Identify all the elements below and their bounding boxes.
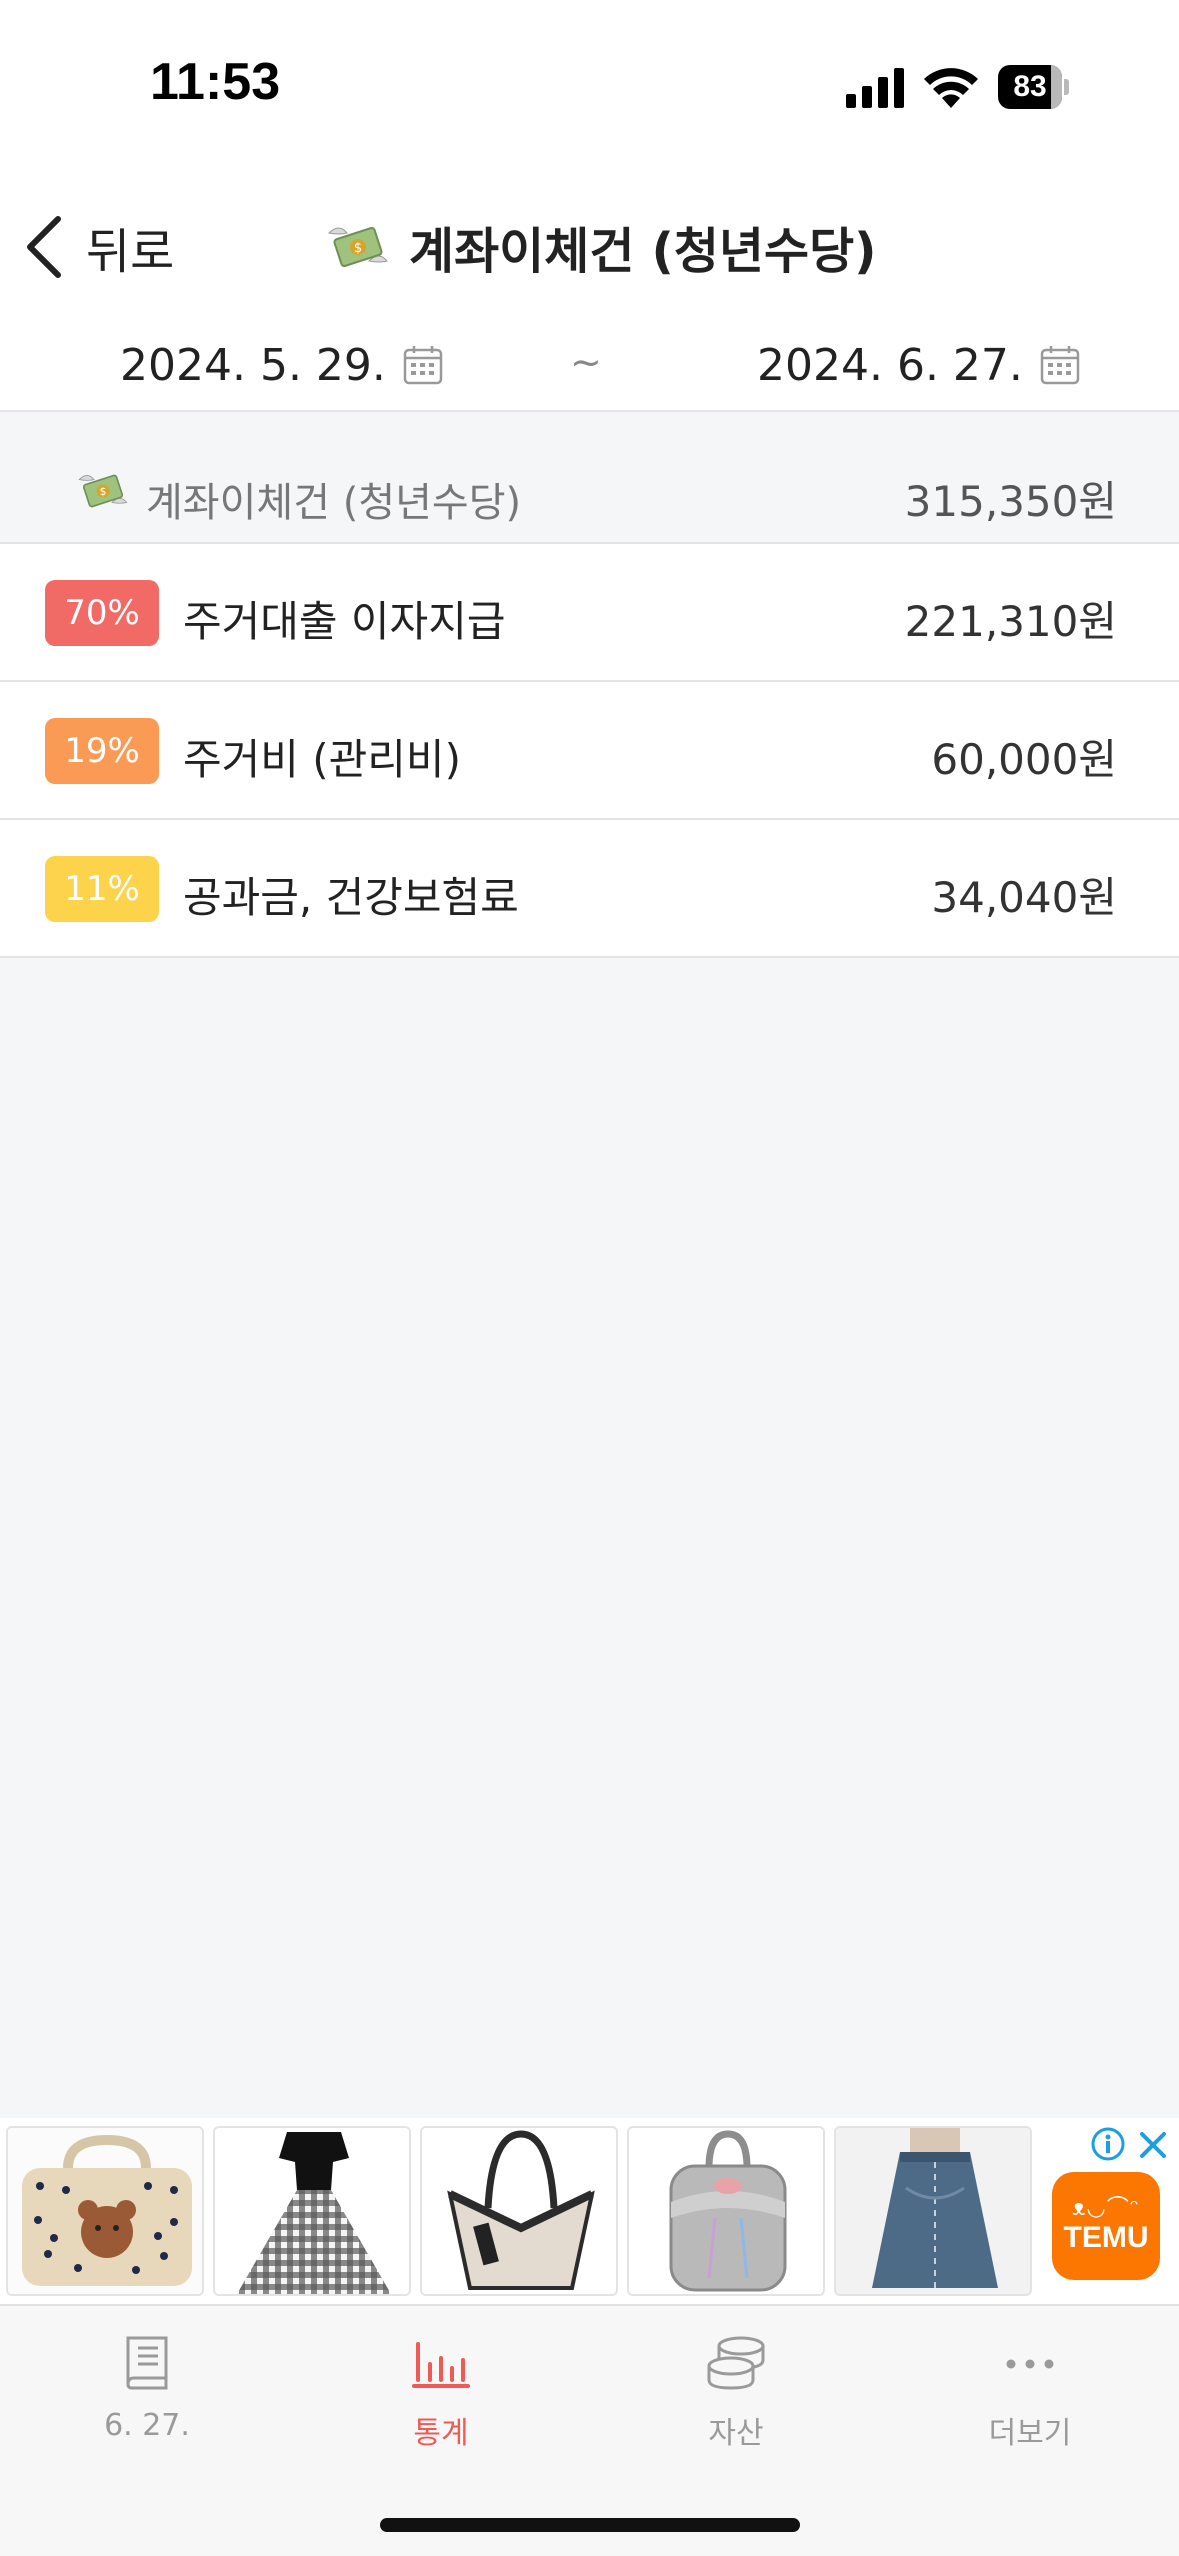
status-bar: 11:53 83 [0,0,1179,170]
temu-brand: TEMU [1063,2221,1149,2254]
list-item[interactable]: 11% 공과금, 건강보험료 34,040원 [0,820,1179,958]
status-time: 11:53 [150,53,281,111]
ad-product-tote-bag[interactable] [420,2126,618,2296]
svg-text:$: $ [100,485,107,498]
tab-statistics[interactable]: 통계 [341,2330,541,2460]
ad-product-laptop-bag[interactable] [6,2126,204,2296]
denim-skirt-image [836,2128,1030,2294]
ad-product-gingham-dress[interactable] [213,2126,411,2296]
list-item[interactable]: 70% 주거대출 이자지급 221,310원 [0,544,1179,682]
tab-assets[interactable]: 자산 [636,2330,836,2460]
calendar-icon [1040,346,1080,385]
tab-more[interactable]: 더보기 [930,2330,1130,2460]
back-label: 뒤로 [86,224,175,280]
item-label: 주거대출 이자지급 [183,597,506,646]
chevron-left-icon [27,216,61,278]
book-icon [126,2336,168,2390]
percent-badge: 19% [45,718,159,784]
laptop-bag-image [8,2128,202,2294]
tab-label: 더보기 [988,2416,1072,2451]
end-date: 2024. 6. 27. [757,339,1023,391]
money-with-wings-icon: $ [327,226,388,268]
page-title: 계좌이체건 (청년수당) [409,222,877,280]
item-amount: 221,310원 [904,597,1117,646]
item-label: 공과금, 건강보험료 [183,873,519,922]
ad-product-denim-skirt[interactable] [834,2126,1032,2296]
summary-label: 계좌이체건 (청년수당) [146,480,522,526]
summary-amount: 315,350원 [904,477,1117,526]
list-item[interactable]: 19% 주거비 (관리비) 60,000원 [0,682,1179,820]
ad-banner[interactable]: ᴥ◡⌒ᵔ TEMU [0,2118,1179,2304]
percent-badge: 11% [45,856,159,922]
start-date-picker[interactable]: 2024. 5. 29. [120,315,444,415]
cellular-signal-icon [846,68,904,108]
ad-product-silver-backpack[interactable] [627,2126,825,2296]
battery-icon: 83 [998,65,1069,109]
tab-label: 6. 27. [104,2408,190,2443]
silver-backpack-image [629,2128,823,2294]
percent-badge: 70% [45,580,159,646]
temu-logo-glyphs: ᴥ◡⌒ᵔ [1072,2196,1140,2221]
temu-logo[interactable]: ᴥ◡⌒ᵔ TEMU [1052,2172,1160,2280]
tote-bag-image [422,2128,616,2294]
svg-text:$: $ [354,241,362,256]
item-amount: 60,000원 [931,735,1117,784]
home-indicator[interactable] [380,2518,800,2532]
bar-chart-icon [412,2342,470,2388]
ad-info-icon[interactable] [1090,2126,1126,2162]
money-with-wings-icon: $ [78,474,128,508]
wifi-icon [924,68,978,108]
bottom-tab-bar: 6. 27. 통계 자산 더보기 [0,2304,1179,2556]
category-summary-row: $ 계좌이체건 (청년수당) 315,350원 [0,412,1179,544]
header: 뒤로 $ 계좌이체건 (청년수당) 2024. 5. 29. ~ 2024. 6… [0,170,1179,410]
end-date-picker[interactable]: 2024. 6. 27. [757,315,1081,415]
start-date: 2024. 5. 29. [120,339,386,391]
date-range-separator: ~ [570,340,602,384]
gingham-dress-image [215,2128,409,2294]
coins-icon [707,2336,765,2390]
tab-calendar[interactable]: 6. 27. [47,2330,247,2460]
ad-close-icon[interactable] [1136,2128,1170,2162]
item-label: 주거비 (관리비) [183,735,461,784]
more-dots-icon [1006,2359,1054,2369]
tab-label: 통계 [413,2416,469,2451]
page-title-wrap: $ 계좌이체건 (청년수당) [325,192,877,302]
battery-percent: 83 [1013,70,1047,103]
tab-label: 자산 [708,2416,764,2451]
item-amount: 34,040원 [931,873,1117,922]
back-button[interactable]: 뒤로 [22,192,192,302]
calendar-icon [403,346,443,385]
